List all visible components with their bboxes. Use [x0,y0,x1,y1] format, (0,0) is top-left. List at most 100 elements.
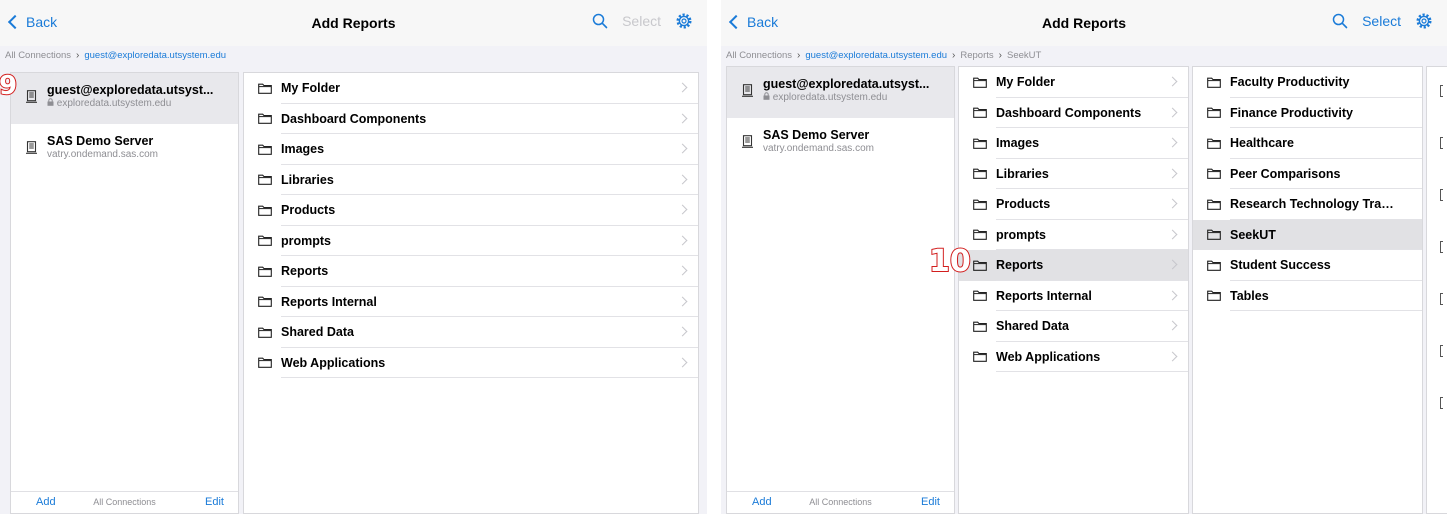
back-button[interactable]: Back [7,14,58,30]
chevron-right-icon [1167,137,1178,148]
folder-icon [1207,229,1221,241]
gear-icon[interactable] [675,12,693,30]
folder-row[interactable]: Tables [1193,281,1422,312]
folder-icon [258,83,272,94]
folder-icon [1440,397,1443,409]
folder-row[interactable]: SeekUT [1193,219,1422,250]
chevron-right-icon [1167,259,1178,270]
chevron-right-icon [677,265,688,276]
folder-label: Reports [281,264,329,279]
folder-row[interactable]: Libraries [959,159,1188,190]
folder-label: Shared Data [281,325,354,340]
toolbar-caption: All Connections [809,497,872,507]
folder-row[interactable]: Shared Data [959,311,1188,342]
folder-icon [973,351,987,363]
edit-connections-button[interactable]: Edit [921,496,940,508]
folder-label: Faculty Productivity [1230,75,1350,90]
breadcrumb-item[interactable]: All Connections [5,50,71,61]
back-button[interactable]: Back [728,14,778,30]
breadcrumb-item[interactable]: SeekUT [1007,50,1041,61]
folders-panel: My Folder Dashboard Components Images Libra… [958,66,1189,514]
chevron-left-icon [7,14,23,30]
connection-item[interactable]: SAS Demo Server vatry.ondemand.sas.com [11,124,238,175]
chevron-right-icon [1167,76,1178,87]
search-icon[interactable] [1332,13,1348,29]
back-label: Back [26,14,58,30]
folder-label: Finance Productivity [1230,105,1353,120]
folder-row[interactable]: My Folder [244,73,698,104]
connection-item[interactable]: SAS Demo Server vatry.ondemand.sas.com [727,118,954,169]
folder-icon [1440,345,1443,357]
folder-row[interactable]: Dashboard Components [244,104,698,135]
chevron-right-icon [1167,320,1178,331]
folder-row[interactable]: Peer Comparisons [1193,159,1422,190]
screen-add-reports-2: Back Add Reports Select All Connections ›… [721,0,1447,514]
connection-name: guest@exploredata.utsyst... [47,83,214,97]
folder-label: prompts [996,227,1046,242]
folder-row[interactable]: Healthcare [1193,128,1422,159]
folder-row[interactable]: Finance Productivity [1193,98,1422,129]
folder-row[interactable]: Web Applications [244,348,698,379]
connections-toolbar: Add All Connections Edit [11,491,238,513]
connection-item[interactable]: guest@exploredata.utsyst... exploredata.… [11,73,238,124]
folder-icon [258,144,272,155]
folder-icon [258,235,272,247]
folder-row[interactable]: Images [244,134,698,165]
folder-label: Products [281,203,336,218]
folder-row[interactable]: Dashboard Components [959,98,1188,129]
folder-label: SeekUT [1230,227,1276,242]
breadcrumb-item[interactable]: All Connections [726,50,792,61]
folder-icon [1207,168,1221,180]
folder-icon [1207,77,1221,88]
folder-row[interactable]: Reports [244,256,698,287]
folder-row[interactable]: Shared Data [244,317,698,348]
connection-host: vatry.ondemand.sas.com [47,149,158,160]
folder-row[interactable]: Web Applications [959,342,1188,373]
gear-icon[interactable] [1415,12,1433,30]
folder-row[interactable]: Reports Internal [244,287,698,318]
breadcrumb-item[interactable]: guest@exploredata.utsystem.edu [84,50,226,61]
folder-icon [258,113,272,125]
next-column-panel [1426,66,1447,514]
folder-row[interactable]: Reports [959,250,1188,281]
folder-row[interactable]: Faculty Productivity [1193,67,1422,98]
folder-row[interactable]: Libraries [244,165,698,196]
breadcrumb-item[interactable]: Reports [960,50,993,61]
search-icon[interactable] [592,13,608,29]
folder-row[interactable]: Products [244,195,698,226]
server-icon [742,135,753,148]
chevron-right-icon [677,143,688,154]
folder-row[interactable]: prompts [244,226,698,257]
breadcrumb-separator-icon: › [952,50,956,61]
folder-icon [1440,293,1443,305]
select-button[interactable]: Select [1362,13,1401,29]
folder-row[interactable]: Reports Internal [959,281,1188,312]
connections-toolbar: Add All Connections Edit [727,491,954,513]
connection-name: SAS Demo Server [47,134,154,148]
folder-row[interactable]: Products [959,189,1188,220]
breadcrumb-separator-icon: › [797,50,801,61]
folder-icon [258,357,272,369]
folder-label: Reports Internal [996,288,1092,303]
connection-item[interactable]: guest@exploredata.utsyst... exploredata.… [727,67,954,118]
folder-icon [1440,189,1443,201]
folder-row[interactable]: Research Technology Tran... [1193,189,1422,220]
connections-panel: guest@exploredata.utsyst... exploredata.… [10,72,239,514]
folder-row[interactable]: prompts [959,220,1188,251]
toolbar-caption: All Connections [93,497,156,507]
edit-connections-button[interactable]: Edit [205,496,224,508]
chevron-right-icon [677,235,688,245]
folder-icon [258,296,272,308]
connection-name: guest@exploredata.utsyst... [763,77,930,91]
folder-icon [973,321,987,332]
breadcrumb-separator-icon: › [998,50,1002,61]
folder-row[interactable]: Images [959,128,1188,159]
select-button[interactable]: Select [622,13,661,29]
folder-icon [973,138,987,149]
folder-row[interactable]: Student Success [1193,250,1422,281]
folder-label: Libraries [281,172,334,187]
lock-icon [47,98,54,106]
breadcrumb-item[interactable]: guest@exploredata.utsystem.edu [805,50,947,61]
folder-row[interactable]: My Folder [959,67,1188,98]
chevron-right-icon [1167,351,1178,361]
